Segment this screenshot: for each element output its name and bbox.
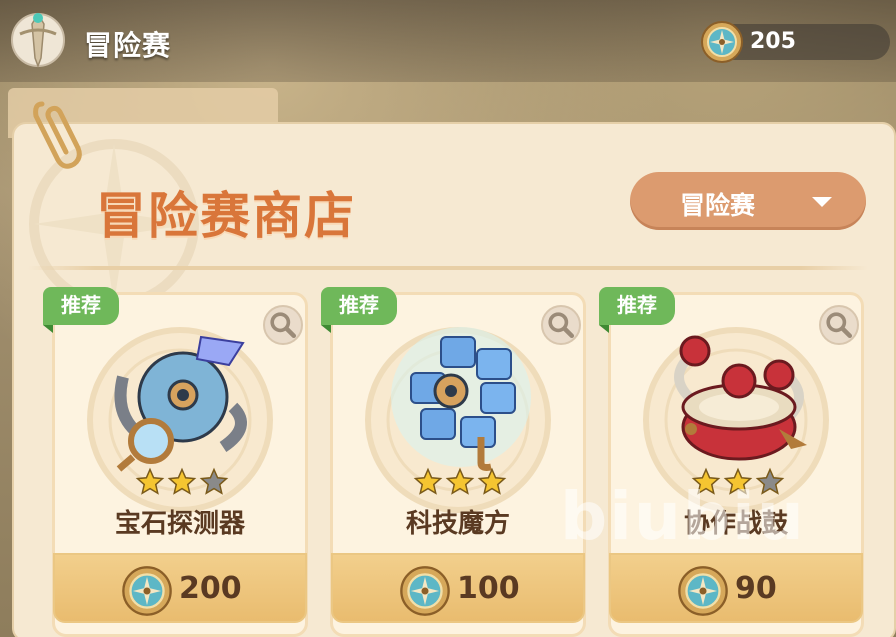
compass-coin-icon	[400, 566, 450, 616]
item-price: 90	[735, 571, 777, 606]
shop-item-card[interactable]: 推荐 宝石探测器 200	[43, 287, 308, 637]
star-filled-icon	[135, 467, 165, 497]
magnifier-icon	[270, 312, 297, 339]
buy-button[interactable]: 100	[331, 553, 585, 623]
sword-emblem-icon[interactable]	[8, 8, 68, 72]
item-name: 宝石探测器	[114, 509, 245, 539]
dropdown-selected: 冒险赛	[680, 191, 756, 220]
page-title: 冒险赛	[84, 29, 172, 62]
star-empty-icon	[199, 467, 229, 497]
currency-value: 205	[750, 29, 796, 54]
compass-coin-icon	[122, 566, 172, 616]
inspect-button[interactable]	[263, 305, 303, 345]
watermark-text: biubiu	[560, 478, 806, 555]
item-price: 100	[457, 571, 520, 606]
star-filled-icon	[445, 467, 475, 497]
star-filled-icon	[167, 467, 197, 497]
top-bar: 冒险赛 205	[0, 0, 896, 82]
item-price: 200	[179, 571, 242, 606]
caret-down-icon	[812, 197, 832, 207]
star-filled-icon	[477, 467, 507, 497]
inspect-button[interactable]	[819, 305, 859, 345]
star-rating	[413, 467, 507, 497]
star-rating	[135, 467, 229, 497]
compass-coin-icon	[678, 566, 728, 616]
inspect-button[interactable]	[541, 305, 581, 345]
tech-cube-icon	[391, 327, 531, 471]
compass-coin-icon	[701, 21, 743, 63]
buy-button[interactable]: 90	[609, 553, 863, 623]
shop-item-card[interactable]: 推荐 科技魔方 100	[321, 287, 586, 637]
star-filled-icon	[413, 467, 443, 497]
divider	[28, 266, 868, 270]
gem-detector-icon	[114, 335, 247, 472]
war-drum-icon	[674, 335, 807, 461]
magnifier-icon	[548, 312, 575, 339]
shop-title: 冒险赛商店	[96, 187, 356, 245]
currency-display[interactable]: 205	[701, 21, 890, 63]
paperclip-icon	[33, 101, 82, 169]
item-name: 科技魔方	[405, 509, 510, 539]
magnifier-icon	[826, 312, 853, 339]
buy-button[interactable]: 200	[53, 553, 307, 623]
shop-item-card[interactable]: 推荐 协作战鼓 90	[599, 287, 864, 637]
